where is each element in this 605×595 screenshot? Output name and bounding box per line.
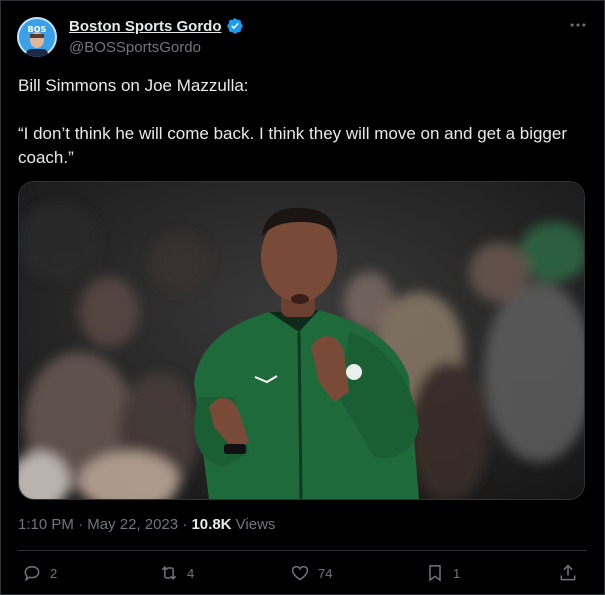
verified-badge-icon[interactable] [226, 17, 244, 35]
author-handle[interactable]: @BOSSportsGordo [69, 39, 201, 56]
share-icon [560, 564, 576, 581]
tweet-date[interactable]: May 22, 2023 [87, 516, 178, 533]
like-button[interactable]: 74 [290, 563, 332, 583]
avatar[interactable]: BOS [17, 17, 57, 57]
bookmark-button[interactable]: 1 [425, 563, 460, 583]
tweet-card: BOS Boston Sports Gordo @BOSSportsGordo … [0, 0, 605, 595]
views-label: Views [235, 516, 276, 533]
like-count: 74 [318, 565, 333, 581]
tweet-time[interactable]: 1:10 PM [18, 516, 74, 533]
reply-count: 2 [50, 565, 58, 581]
tweet-media[interactable] [18, 181, 585, 500]
reply-button[interactable]: 2 [22, 563, 57, 583]
author-display-name[interactable]: Boston Sports Gordo [69, 18, 222, 35]
tweet-meta: 1:10 PM · May 22, 2023 · 10.8K Views [18, 516, 275, 533]
repost-count: 4 [187, 565, 195, 581]
bookmark-icon [429, 565, 441, 582]
media-photo [19, 182, 584, 499]
divider [18, 550, 587, 551]
share-button[interactable] [558, 563, 586, 583]
tweet-text-line: Bill Simmons on Joe Mazzulla: [18, 76, 249, 95]
tweet-actions: 2 4 74 1 [18, 563, 587, 589]
views-count: 10.8K [191, 516, 232, 533]
reply-icon [24, 565, 40, 582]
repost-icon [161, 566, 177, 580]
bookmark-count: 1 [453, 565, 461, 581]
tweet-text: Bill Simmons on Joe Mazzulla: “I don’t t… [18, 74, 588, 194]
repost-button[interactable]: 4 [159, 563, 194, 583]
more-options-icon[interactable] [568, 15, 588, 35]
avatar-image: BOS [17, 17, 57, 57]
meta-separator: · [78, 516, 84, 533]
heart-icon [291, 565, 309, 581]
meta-separator: · [182, 516, 188, 533]
author-name-row: Boston Sports Gordo [69, 17, 244, 35]
tweet-text-line: “I don’t think he will come back. I thin… [18, 124, 568, 167]
